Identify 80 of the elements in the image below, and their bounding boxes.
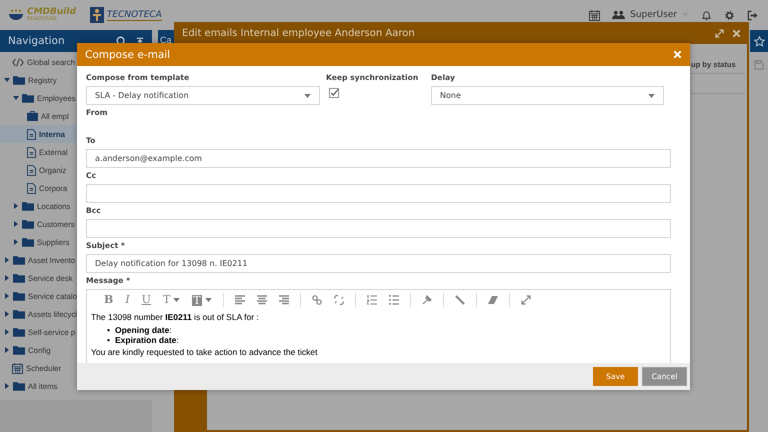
calendar-icon[interactable]: [589, 10, 600, 20]
document-icon: [27, 146, 36, 158]
logo-icon: [90, 7, 104, 23]
folder-icon: [13, 291, 25, 301]
folder-icon: [13, 75, 25, 85]
align-center-icon[interactable]: [256, 295, 267, 305]
to-field[interactable]: a.anderson@example.com: [86, 149, 671, 168]
bullet-marker: •: [107, 335, 110, 345]
document-icon: [27, 128, 36, 140]
brush-icon[interactable]: [422, 295, 432, 305]
briefcase-icon: [27, 111, 38, 121]
delay-dropdown[interactable]: None: [431, 86, 664, 105]
folder-icon: [13, 345, 25, 355]
folder-icon: [13, 255, 25, 265]
background-color-button[interactable]: T: [186, 293, 218, 307]
folder-icon: [13, 273, 25, 283]
bullet-marker: •: [107, 325, 110, 335]
message-paragraph: You are kindly requested to take action to advance the ticket: [91, 347, 318, 358]
document-icon: [27, 164, 36, 176]
caret-down-icon[interactable]: [13, 95, 19, 101]
caret-right-icon[interactable]: [4, 275, 10, 281]
align-right-icon[interactable]: [278, 295, 289, 305]
logo-text: CMDBuild: [27, 8, 76, 17]
link-icon[interactable]: [312, 295, 322, 305]
maximize-icon[interactable]: [715, 28, 724, 38]
user-menu[interactable]: SuperUser: [612, 10, 689, 20]
collapse-icon[interactable]: [136, 36, 144, 46]
message-paragraph: The 13098 number IE0211 is out of SLA for :: [91, 312, 260, 323]
template-dropdown[interactable]: SLA - Delay notification: [86, 86, 320, 105]
message-list-item: Opening date:: [114, 325, 172, 335]
bullet-list-icon[interactable]: [388, 295, 399, 305]
caret-right-icon[interactable]: [4, 383, 10, 389]
checkbox[interactable]: [329, 88, 339, 98]
caret-right-icon[interactable]: [13, 203, 19, 209]
caret-right-icon[interactable]: [13, 239, 19, 245]
italic-button[interactable]: I: [119, 293, 136, 307]
panel-title: Navigation: [8, 35, 66, 47]
folder-icon: [22, 237, 34, 247]
caret-right-icon[interactable]: [4, 347, 10, 353]
expand-icon[interactable]: [520, 295, 531, 305]
unlink-icon[interactable]: [334, 295, 344, 305]
caret-right-icon[interactable]: [4, 329, 10, 335]
users-icon: [612, 10, 626, 20]
caret-right-icon[interactable]: [4, 311, 10, 317]
eraser-icon[interactable]: [488, 295, 498, 305]
message-list-item: Expiration date:: [114, 335, 179, 345]
document-icon: [27, 182, 36, 194]
folder-icon: [22, 201, 34, 211]
caret-icon: [304, 94, 311, 98]
subject-field[interactable]: Delay notification for 13098 n. IE0211: [86, 254, 671, 273]
logout-icon[interactable]: [747, 10, 758, 20]
star-icon[interactable]: [754, 36, 764, 46]
folder-icon: [22, 93, 34, 103]
close-icon[interactable]: [732, 28, 741, 38]
caret-right-icon[interactable]: [4, 257, 10, 263]
calendar-icon: [12, 362, 23, 374]
bold-button[interactable]: B: [98, 293, 120, 307]
caret-right-icon[interactable]: [4, 293, 10, 299]
cc-field[interactable]: [86, 184, 671, 203]
caret-icon: [648, 94, 655, 98]
logo-text: TECNOTECA: [106, 10, 162, 20]
bell-icon[interactable]: [701, 10, 712, 20]
pencil-icon[interactable]: [454, 295, 465, 305]
folder-icon: [13, 381, 25, 391]
caret-icon: [173, 298, 180, 302]
align-left-icon[interactable]: [234, 295, 245, 305]
window-title: Edit emails Internal employee Anderson Aaron: [182, 28, 416, 38]
numbered-list-icon[interactable]: [366, 295, 377, 305]
settings-icon[interactable]: [724, 10, 735, 20]
caret-right-icon[interactable]: [13, 221, 19, 227]
caret-icon: [204, 298, 212, 302]
underline-button[interactable]: U: [136, 293, 157, 307]
folder-icon: [13, 327, 25, 337]
folder-icon: [13, 309, 25, 319]
bcc-field[interactable]: [86, 219, 671, 238]
caret-down-icon[interactable]: [4, 77, 10, 83]
folder-icon: [22, 219, 34, 229]
code-icon: [12, 58, 24, 66]
text-color-button[interactable]: T: [156, 293, 186, 307]
logo-icon: [8, 9, 24, 21]
